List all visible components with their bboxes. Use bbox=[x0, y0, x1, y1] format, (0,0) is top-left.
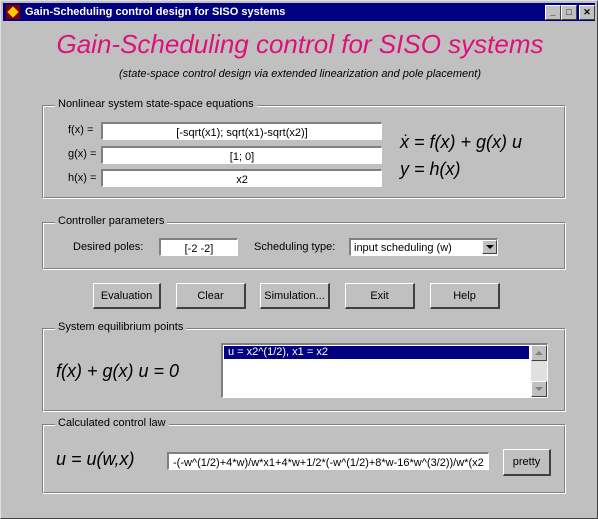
window-title: Gain-Scheduling control design for SISO … bbox=[25, 6, 286, 18]
fx-input[interactable]: [-sqrt(x1); sqrt(x1)-sqrt(x2)] bbox=[101, 122, 382, 140]
poles-input[interactable]: [-2 -2] bbox=[159, 238, 238, 256]
gx-input[interactable]: [1; 0] bbox=[101, 146, 382, 164]
listbox-scrollbar[interactable] bbox=[531, 345, 547, 397]
control-law-output[interactable]: -(-w^(1/2)+4*w)/w*x1+4*w+1/2*(-w^(1/2)+8… bbox=[167, 452, 489, 470]
equilibrium-equation: f(x) + g(x) u = 0 bbox=[56, 361, 180, 381]
close-button[interactable]: ✕ bbox=[579, 5, 595, 20]
minimize-button[interactable]: _ bbox=[545, 5, 561, 20]
equations-group-label: Nonlinear system state-space equations bbox=[55, 98, 257, 110]
simulation-button[interactable]: Simulation... bbox=[260, 283, 330, 309]
scheduling-label: Scheduling type: bbox=[254, 241, 336, 253]
output-equation: y = h(x) bbox=[400, 159, 461, 179]
scroll-down-icon[interactable] bbox=[531, 381, 547, 397]
scheduling-select[interactable]: input scheduling (w) bbox=[349, 238, 498, 256]
pretty-button[interactable]: pretty bbox=[503, 449, 551, 476]
clear-button[interactable]: Clear bbox=[176, 283, 246, 309]
app-subheading: (state-space control design via extended… bbox=[119, 68, 481, 80]
title-bar[interactable]: Gain-Scheduling control design for SISO … bbox=[3, 3, 595, 21]
list-item[interactable]: u = x2^(1/2), x1 = x2 bbox=[224, 346, 529, 359]
help-button[interactable]: Help bbox=[430, 283, 500, 309]
control-law-group-label: Calculated control law bbox=[55, 417, 169, 429]
poles-label: Desired poles: bbox=[73, 241, 144, 253]
hx-input[interactable]: x2 bbox=[101, 169, 382, 187]
equilibrium-group-label: System equilibrium points bbox=[55, 321, 187, 333]
app-heading: Gain-Scheduling control for SISO systems bbox=[56, 29, 544, 59]
scheduling-selected-value: input scheduling (w) bbox=[354, 242, 452, 254]
equilibrium-listbox[interactable]: u = x2^(1/2), x1 = x2 bbox=[221, 343, 548, 398]
chevron-down-icon[interactable] bbox=[482, 240, 497, 254]
matlab-app-icon[interactable] bbox=[6, 5, 20, 19]
fx-label: f(x) = bbox=[68, 124, 94, 136]
hx-label: h(x) = bbox=[68, 172, 97, 184]
state-equation: ẋ = f(x) + g(x) u bbox=[400, 132, 523, 152]
control-law-equation: u = u(w,x) bbox=[56, 449, 135, 469]
main-window: Gain-Scheduling control design for SISO … bbox=[0, 0, 598, 519]
exit-button[interactable]: Exit bbox=[345, 283, 415, 309]
scroll-up-icon[interactable] bbox=[531, 345, 547, 361]
controller-group-label: Controller parameters bbox=[55, 215, 168, 227]
evaluation-button[interactable]: Evaluation bbox=[93, 283, 161, 309]
gx-label: g(x) = bbox=[68, 148, 97, 160]
maximize-button[interactable]: □ bbox=[561, 5, 577, 20]
